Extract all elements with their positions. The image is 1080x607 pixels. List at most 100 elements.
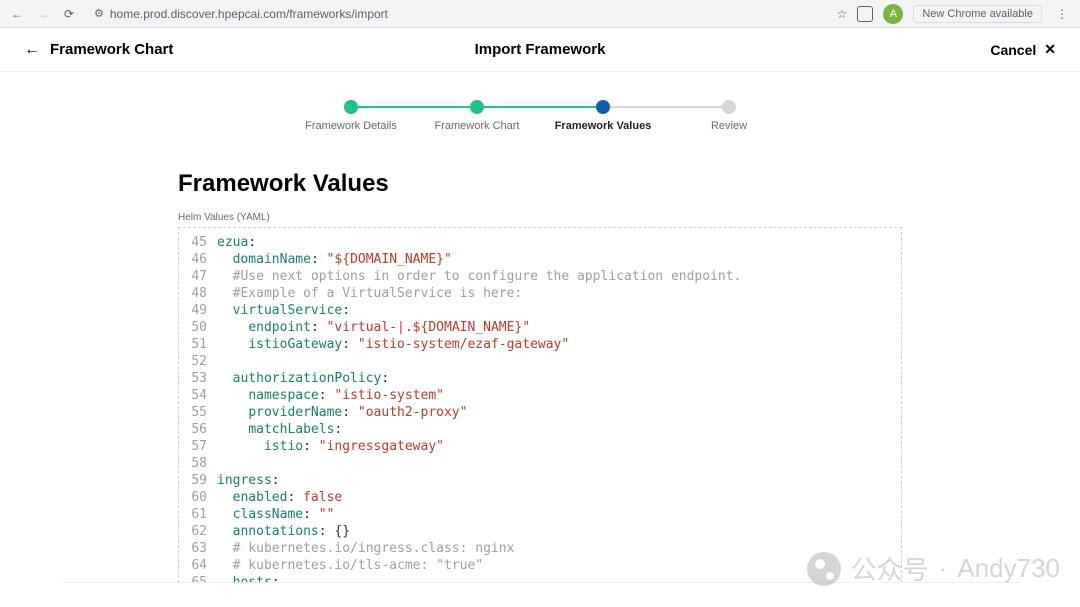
line-number: 53 <box>179 370 217 387</box>
line-number: 60 <box>179 489 217 506</box>
code-text: enabled: false <box>217 489 342 506</box>
field-label: Helm Values (YAML) <box>178 212 990 223</box>
code-text: providerName: "oauth2-proxy" <box>217 404 467 421</box>
line-number: 54 <box>179 387 217 404</box>
back-arrow-icon[interactable]: ← <box>24 41 40 59</box>
extensions-icon[interactable] <box>857 6 873 22</box>
watermark: 公众号 · Andy730 <box>807 550 1060 587</box>
code-line[interactable]: 54 namespace: "istio-system" <box>179 387 901 404</box>
nav-back-icon[interactable]: ← <box>8 7 26 21</box>
nav-forward-icon: → <box>34 7 52 21</box>
code-line[interactable]: 56 matchLabels: <box>179 421 901 438</box>
code-text: namespace: "istio-system" <box>217 387 444 404</box>
code-text: authorizationPolicy: <box>217 370 389 387</box>
chrome-update-chip[interactable]: New Chrome available <box>913 5 1042 23</box>
code-line[interactable]: 51 istioGateway: "istio-system/ezaf-gate… <box>179 336 901 353</box>
code-line[interactable]: 59ingress: <box>179 472 901 489</box>
stepper-dot-icon <box>470 100 484 114</box>
line-number: 59 <box>179 472 217 489</box>
url-text: home.prod.discover.hpepcai.com/framework… <box>110 7 388 21</box>
code-text: istio: "ingressgateway" <box>217 438 444 455</box>
line-number: 45 <box>179 234 217 251</box>
watermark-sep: · <box>939 553 948 584</box>
stepper-connector <box>484 106 596 108</box>
line-number: 51 <box>179 336 217 353</box>
code-line[interactable]: 64 # kubernetes.io/tls-acme: "true" <box>179 557 901 574</box>
line-number: 62 <box>179 523 217 540</box>
code-line[interactable]: 53 authorizationPolicy: <box>179 370 901 387</box>
yaml-editor[interactable]: 45ezua:46 domainName: "${DOMAIN_NAME}"47… <box>178 227 902 583</box>
stepper-node[interactable]: Framework Chart <box>470 100 484 114</box>
code-line[interactable]: 61 className: "" <box>179 506 901 523</box>
stepper-node[interactable]: Framework Details <box>344 100 358 114</box>
stepper-node[interactable]: Framework Values <box>596 100 610 114</box>
code-line[interactable]: 62 annotations: {} <box>179 523 901 540</box>
breadcrumb[interactable]: Framework Chart <box>50 41 173 58</box>
stepper-label: Review <box>711 120 747 132</box>
section-heading: Framework Values <box>178 170 990 198</box>
code-text: ezua: <box>217 234 256 251</box>
code-line[interactable]: 48 #Example of a VirtualService is here: <box>179 285 901 302</box>
code-line[interactable]: 55 providerName: "oauth2-proxy" <box>179 404 901 421</box>
code-line[interactable]: 45ezua: <box>179 234 901 251</box>
browser-chrome: ← → ⟳ ⚙ home.prod.discover.hpepcai.com/f… <box>0 0 1080 28</box>
code-text: matchLabels: <box>217 421 342 438</box>
line-number: 52 <box>179 353 217 370</box>
code-line[interactable]: 50 endpoint: "virtual-|.${DOMAIN_NAME}" <box>179 319 901 336</box>
watermark-text2: Andy730 <box>957 553 1060 584</box>
profile-avatar[interactable]: A <box>883 4 903 24</box>
line-number: 56 <box>179 421 217 438</box>
code-line[interactable]: 46 domainName: "${DOMAIN_NAME}" <box>179 251 901 268</box>
code-text: ingress: <box>217 472 280 489</box>
close-icon[interactable]: ✕ <box>1044 41 1056 58</box>
wizard-stepper: Framework Details Framework Chart Framewor… <box>0 100 1080 114</box>
code-line[interactable]: 47 #Use next options in order to configu… <box>179 268 901 285</box>
stepper-connector <box>358 106 470 108</box>
line-number: 47 <box>179 268 217 285</box>
code-text: #Example of a VirtualService is here: <box>217 285 522 302</box>
stepper-node[interactable]: Review <box>722 100 736 114</box>
line-number: 48 <box>179 285 217 302</box>
code-line[interactable]: 52 <box>179 353 901 370</box>
code-text: domainName: "${DOMAIN_NAME}" <box>217 251 452 268</box>
stepper-label: Framework Chart <box>435 120 520 132</box>
main-content: Framework Values Helm Values (YAML) 45ez… <box>0 114 1080 583</box>
code-text: # kubernetes.io/ingress.class: nginx <box>217 540 514 557</box>
code-text: annotations: {} <box>217 523 350 540</box>
line-number: 55 <box>179 404 217 421</box>
code-line[interactable]: 63 # kubernetes.io/ingress.class: nginx <box>179 540 901 557</box>
page-title: Import Framework <box>475 41 606 58</box>
stepper-dot-icon <box>722 100 736 114</box>
stepper-label: Framework Values <box>555 120 652 132</box>
code-line[interactable]: 57 istio: "ingressgateway" <box>179 438 901 455</box>
line-number: 63 <box>179 540 217 557</box>
code-text: # kubernetes.io/tls-acme: "true" <box>217 557 483 574</box>
url-bar[interactable]: ⚙ home.prod.discover.hpepcai.com/framewo… <box>86 7 829 21</box>
line-number: 61 <box>179 506 217 523</box>
line-number: 49 <box>179 302 217 319</box>
bookmark-star-icon[interactable]: ☆ <box>837 7 848 21</box>
code-text: istioGateway: "istio-system/ezaf-gateway… <box>217 336 569 353</box>
site-info-icon[interactable]: ⚙ <box>94 7 104 20</box>
stepper-dot-icon <box>344 100 358 114</box>
line-number: 50 <box>179 319 217 336</box>
stepper-connector <box>610 106 722 108</box>
code-line[interactable]: 49 virtualService: <box>179 302 901 319</box>
line-number: 46 <box>179 251 217 268</box>
browser-menu-icon[interactable]: ⋮ <box>1052 7 1072 21</box>
app-header: ← Framework Chart Import Framework Cance… <box>0 28 1080 72</box>
stepper-label: Framework Details <box>305 120 397 132</box>
line-number: 58 <box>179 455 217 472</box>
code-text: #Use next options in order to configure … <box>217 268 741 285</box>
code-text: className: "" <box>217 506 334 523</box>
code-text: virtualService: <box>217 302 350 319</box>
code-text: endpoint: "virtual-|.${DOMAIN_NAME}" <box>217 319 530 336</box>
watermark-text1: 公众号 <box>851 550 929 587</box>
code-line[interactable]: 60 enabled: false <box>179 489 901 506</box>
code-line[interactable]: 58 <box>179 455 901 472</box>
cancel-button[interactable]: Cancel <box>990 42 1036 58</box>
wechat-icon <box>807 552 841 586</box>
line-number: 64 <box>179 557 217 574</box>
refresh-icon[interactable]: ⟳ <box>60 7 78 21</box>
stepper-dot-icon <box>596 100 610 114</box>
